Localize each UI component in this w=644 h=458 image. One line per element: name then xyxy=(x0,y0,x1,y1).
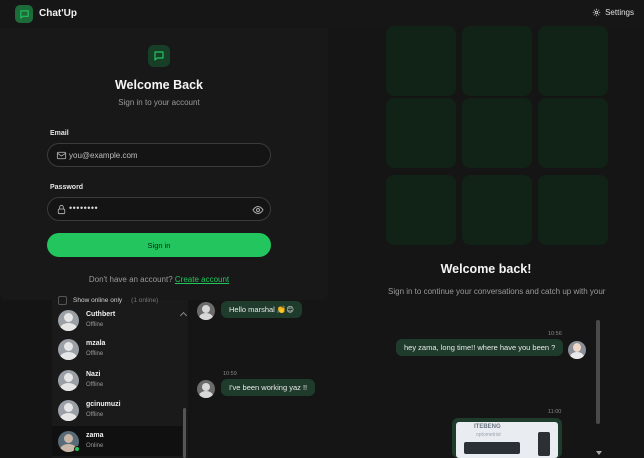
create-account-link[interactable]: Create account xyxy=(175,275,229,284)
pattern-tile xyxy=(462,98,532,168)
contact-status: Offline xyxy=(86,351,104,357)
scroll-down-icon[interactable] xyxy=(596,451,602,455)
app-header: Chat'Up Settings xyxy=(0,0,644,28)
chat-bubble-icon xyxy=(148,45,170,67)
avatar xyxy=(58,338,79,360)
contact-name: Cuthbert xyxy=(86,311,116,318)
email-placeholder: you@example.com xyxy=(69,151,138,160)
register-text: Don't have an account? xyxy=(88,275,173,284)
message-time: 11:00 xyxy=(548,409,562,415)
welcome-title: Welcome back! xyxy=(440,262,532,276)
password-label: Password xyxy=(50,184,84,191)
pattern-tile xyxy=(538,175,608,245)
avatar xyxy=(58,399,79,421)
message-area xyxy=(190,296,328,458)
contact-item[interactable]: Cuthbert Offline xyxy=(52,305,182,335)
welcome-subtitle: Sign in to continue your conversations a… xyxy=(388,287,606,296)
email-label: Email xyxy=(50,130,69,137)
image-message[interactable]: ITEBENG optometrist xyxy=(452,418,562,458)
signin-button[interactable]: Sign in xyxy=(47,233,271,257)
register-prompt: Don't have an account? Create account xyxy=(0,275,318,284)
message-time: 10:56 xyxy=(548,331,562,337)
avatar xyxy=(197,380,215,398)
image-subcaption: optometrist xyxy=(476,432,501,438)
settings-label: Settings xyxy=(605,8,634,17)
list-scrollbar[interactable] xyxy=(183,408,186,458)
contact-item[interactable]: mzala Offline xyxy=(52,334,182,364)
password-field[interactable]: •••••••• xyxy=(47,197,271,221)
signin-title: Welcome Back xyxy=(114,78,203,92)
message-bubble: hey zama, long time!! where have you bee… xyxy=(396,339,564,356)
pattern-tile xyxy=(386,175,456,245)
image-caption: ITEBENG xyxy=(474,424,501,430)
avatar xyxy=(197,302,215,320)
contact-status: Online xyxy=(86,443,104,449)
avatar xyxy=(58,369,79,391)
online-toggle-label: Show online only xyxy=(73,297,123,304)
contact-status: Offline xyxy=(86,382,104,388)
message-time: 10:59 xyxy=(223,371,237,377)
phone-image xyxy=(538,432,550,456)
online-indicator xyxy=(74,446,80,452)
pattern-tile xyxy=(462,26,532,96)
app-title: Chat'Up xyxy=(39,8,77,19)
pattern-tile xyxy=(386,26,456,96)
pattern-tile xyxy=(538,26,608,96)
avatar xyxy=(58,309,79,331)
contact-name: Nazi xyxy=(86,371,101,378)
image-element xyxy=(464,442,520,454)
settings-button[interactable]: Settings xyxy=(592,8,634,17)
contact-item[interactable]: Nazi Offline xyxy=(52,365,182,395)
mail-icon xyxy=(56,151,67,160)
lock-icon xyxy=(57,204,66,215)
contact-status: Offline xyxy=(86,322,104,328)
password-value: •••••••• xyxy=(69,203,99,213)
contact-item-active[interactable]: zama Online xyxy=(52,426,182,456)
contact-status: Offline xyxy=(86,412,104,418)
chat-scrollbar[interactable] xyxy=(596,320,600,424)
pattern-tile xyxy=(386,98,456,168)
signin-subtitle: Sign in to your account xyxy=(118,98,200,107)
message-bubble: Hello marshal 👏😊 xyxy=(221,301,303,318)
contact-name: mzala xyxy=(86,340,106,347)
pattern-tile xyxy=(462,175,532,245)
online-count: (1 online) xyxy=(131,297,159,304)
pattern-tile xyxy=(538,98,608,168)
checkbox[interactable] xyxy=(58,296,67,305)
avatar xyxy=(568,341,586,359)
gear-icon xyxy=(592,8,601,17)
chat-logo-icon xyxy=(15,5,33,23)
message-bubble: I've been working yaz !! xyxy=(221,379,316,396)
image-preview: ITEBENG optometrist xyxy=(456,422,558,458)
contact-name: zama xyxy=(86,432,104,439)
eye-icon[interactable] xyxy=(252,204,264,216)
contact-name: gcinumuzi xyxy=(86,401,121,408)
online-only-toggle[interactable]: Show online only (1 online) xyxy=(58,296,158,305)
email-field[interactable]: you@example.com xyxy=(47,143,271,167)
contact-item[interactable]: gcinumuzi Offline xyxy=(52,395,182,425)
